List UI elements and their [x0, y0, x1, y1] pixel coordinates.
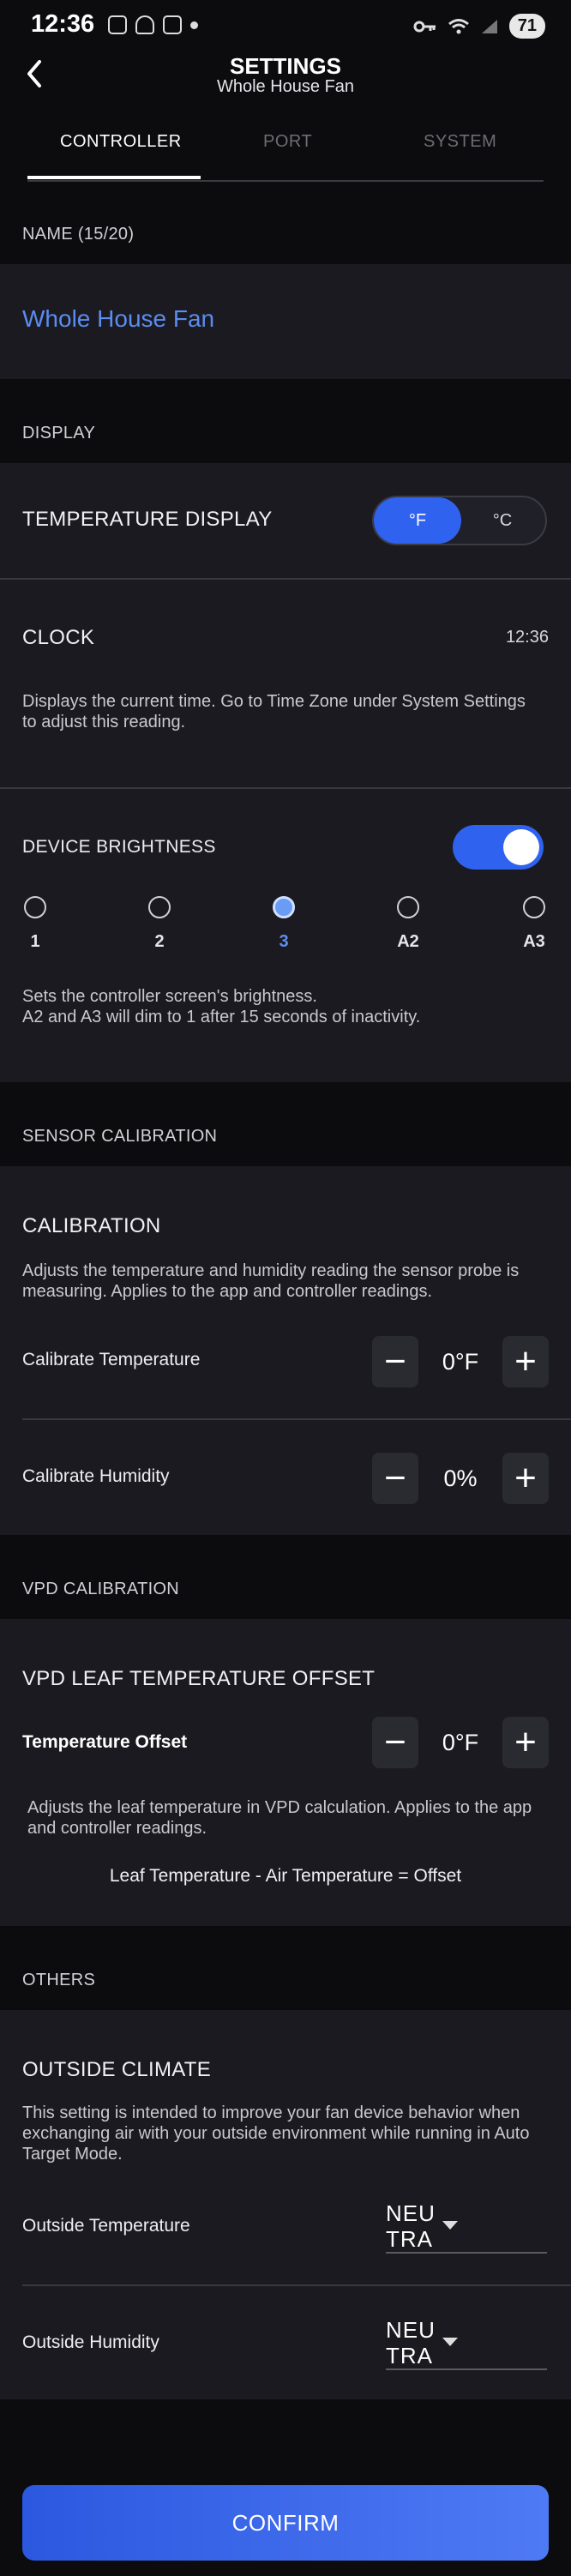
vpd-description: Adjusts the leaf temperature in VPD calc… [27, 1798, 532, 1838]
screenshot-icon [108, 15, 127, 34]
dropdown-caret-icon [442, 2221, 458, 2230]
temperature-unit-toggle[interactable]: °F °C [372, 496, 547, 545]
brightness-option-label: 2 [154, 932, 165, 951]
device-brightness-label: DEVICE BRIGHTNESS [22, 837, 216, 857]
app-icon [163, 15, 182, 34]
calibrate-temperature-value: 0°F [442, 1348, 479, 1375]
brightness-radio-2[interactable] [148, 896, 171, 918]
status-time: 12:36 [31, 10, 95, 38]
calibrate-humidity-label: Calibrate Humidity [22, 1466, 170, 1486]
outside-temperature-label: Outside Temperature [22, 2216, 190, 2236]
temperature-offset-label: Temperature Offset [22, 1732, 188, 1752]
calibration-title: CALIBRATION [22, 1214, 161, 1237]
clock-value: 12:36 [505, 628, 549, 647]
brightness-option-label: A2 [397, 932, 419, 951]
temperature-display-label: TEMPERATURE DISPLAY [22, 508, 273, 531]
brightness-switch[interactable] [453, 825, 544, 870]
increase-temperature-button[interactable]: + [502, 1336, 549, 1387]
calibrate-humidity-value: 0% [443, 1465, 478, 1491]
signal-icon [481, 19, 497, 33]
switch-knob [503, 829, 539, 865]
clock-label: CLOCK [22, 626, 95, 649]
page-title: SETTINGS [229, 53, 341, 79]
brightness-option-label: 3 [279, 932, 289, 951]
brightness-radio-a3[interactable] [523, 896, 545, 918]
more-notifications-icon [190, 21, 198, 29]
temperature-offset-stepper: − 0°F + [372, 1717, 549, 1768]
others-section-label: OTHERS [22, 1971, 96, 1989]
decrease-temperature-button[interactable]: − [372, 1336, 418, 1387]
battery-indicator: 71 [508, 14, 545, 39]
calibrate-temperature-label: Calibrate Temperature [22, 1350, 201, 1369]
outside-humidity-select[interactable]: NEUTRAL [386, 2320, 547, 2370]
key-icon [413, 21, 436, 32]
sensor-calibration-section-label: SENSOR CALIBRATION [22, 1127, 218, 1146]
tab-controller[interactable]: CONTROLLER [60, 132, 182, 152]
calibration-description: Adjusts the temperature and humidity rea… [22, 1261, 520, 1301]
status-bar: 12:36 71 [0, 0, 571, 53]
unit-fahrenheit-option[interactable]: °F [374, 497, 461, 544]
outside-climate-description: This setting is intended to improve your… [22, 2104, 530, 2164]
active-tab-indicator [27, 176, 201, 179]
brightness-option-label: 1 [30, 932, 40, 951]
wifi-icon [448, 18, 469, 33]
increase-offset-button[interactable]: + [502, 1717, 549, 1768]
clock-description: Displays the current time. Go to Time Zo… [22, 692, 526, 731]
name-section-label: NAME (15/20) [22, 225, 135, 244]
outside-humidity-value: NEUTRAL [386, 2320, 436, 2368]
vpd-calibration-section-label: VPD CALIBRATION [22, 1580, 180, 1598]
name-card: Whole House Fan [0, 264, 571, 379]
temperature-offset-value: 0°F [442, 1729, 479, 1755]
display-card: TEMPERATURE DISPLAY CLOCK 12:36 Displays… [0, 463, 571, 1082]
vpd-card: VPD LEAF TEMPERATURE OFFSET Temperature … [0, 1619, 571, 1926]
calibrate-humidity-stepper: − 0% + [372, 1453, 549, 1504]
tab-bar: CONTROLLER PORT SYSTEM [27, 108, 544, 182]
tab-system[interactable]: SYSTEM [424, 132, 496, 152]
outside-climate-title: OUTSIDE CLIMATE [22, 2058, 212, 2081]
confirm-button[interactable]: CONFIRM [22, 2485, 549, 2561]
outside-humidity-label: Outside Humidity [22, 2332, 159, 2352]
brightness-option-label: A3 [523, 932, 545, 951]
unit-celsius-option[interactable]: °C [460, 497, 545, 544]
page-subtitle: Whole House Fan [216, 77, 355, 96]
calibrate-temperature-stepper: − 0°F + [372, 1336, 549, 1387]
brightness-radio-3[interactable] [273, 896, 295, 918]
brightness-description: Sets the controller screen's brightness.… [22, 987, 421, 1026]
brightness-radio-1[interactable] [24, 896, 46, 918]
decrease-humidity-button[interactable]: − [372, 1453, 418, 1504]
outside-temperature-value: NEUTRAL [386, 2204, 436, 2252]
vpd-formula: Leaf Temperature - Air Temperature = Off… [109, 1866, 462, 1886]
vpd-title: VPD LEAF TEMPERATURE OFFSET [22, 1667, 376, 1690]
notification-icon [135, 15, 154, 34]
display-section-label: DISPLAY [22, 424, 96, 442]
dropdown-caret-icon [442, 2338, 458, 2346]
brightness-radio-a2[interactable] [397, 896, 419, 918]
outside-temperature-select[interactable]: NEUTRAL [386, 2204, 547, 2254]
tab-port[interactable]: PORT [263, 132, 312, 152]
increase-humidity-button[interactable]: + [502, 1453, 549, 1504]
device-name-input[interactable]: Whole House Fan [22, 305, 214, 333]
decrease-offset-button[interactable]: − [372, 1717, 418, 1768]
